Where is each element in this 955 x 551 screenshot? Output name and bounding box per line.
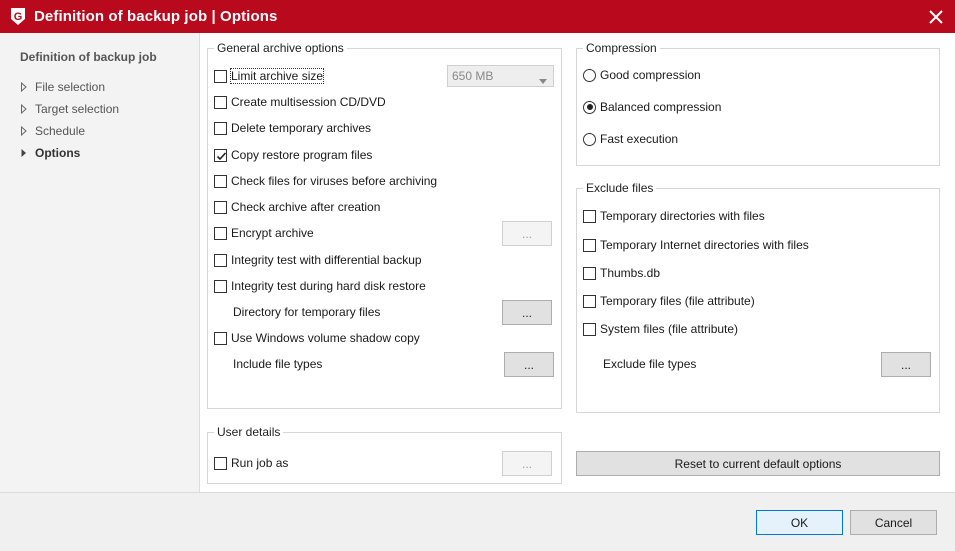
svg-text:G: G bbox=[14, 11, 23, 23]
checkbox-box bbox=[583, 322, 596, 336]
checkbox-box bbox=[214, 226, 227, 240]
checkbox-box bbox=[583, 266, 596, 280]
group-legend: Exclude files bbox=[583, 181, 657, 195]
group-legend: Compression bbox=[583, 41, 660, 55]
sidebar-item-target-selection[interactable]: Target selection bbox=[20, 100, 119, 118]
sidebar-item-file-selection[interactable]: File selection bbox=[20, 78, 105, 96]
copy-restore-files-checkbox[interactable]: Copy restore program files bbox=[214, 146, 372, 164]
sidebar-item-label: Options bbox=[35, 146, 81, 160]
exclude-thumbs-db-checkbox[interactable]: Thumbs.db bbox=[583, 264, 660, 282]
ok-button[interactable]: OK bbox=[756, 510, 843, 535]
temp-directory-label: Directory for temporary files bbox=[233, 305, 381, 319]
fast-execution-radio[interactable]: Fast execution bbox=[583, 130, 678, 148]
checkbox-label: Check archive after creation bbox=[231, 200, 381, 214]
reset-defaults-button[interactable]: Reset to current default options bbox=[576, 451, 940, 476]
sidebar: Definition of backup job File selection … bbox=[0, 33, 200, 492]
select-value: 650 MB bbox=[452, 69, 494, 83]
checkbox-label: Copy restore program files bbox=[231, 148, 373, 162]
sidebar-item-label: Target selection bbox=[35, 102, 120, 116]
checkbox-label: Check files for viruses before archiving bbox=[231, 174, 438, 188]
group-legend: User details bbox=[214, 425, 284, 439]
limit-archive-size-checkbox[interactable]: Limit archive size bbox=[214, 67, 325, 85]
encrypt-archive-checkbox[interactable]: Encrypt archive bbox=[214, 224, 314, 242]
sidebar-item-label: File selection bbox=[35, 80, 106, 94]
checkbox-label: Temporary directories with files bbox=[600, 209, 765, 223]
cancel-button[interactable]: Cancel bbox=[850, 510, 937, 535]
group-legend: General archive options bbox=[214, 41, 347, 55]
checkbox-label: Create multisession CD/DVD bbox=[231, 95, 386, 109]
checkbox-label: Temporary files (file attribute) bbox=[600, 294, 755, 308]
checkbox-box bbox=[214, 69, 227, 83]
checkbox-box bbox=[583, 238, 596, 252]
encrypt-settings-button[interactable]: ... bbox=[502, 221, 552, 246]
sidebar-item-schedule[interactable]: Schedule bbox=[20, 122, 85, 140]
radio-label: Balanced compression bbox=[600, 100, 722, 114]
radio-circle bbox=[583, 100, 596, 114]
checkbox-label: Run job as bbox=[231, 456, 289, 470]
checkbox-box bbox=[214, 331, 227, 345]
chevron-right-filled-icon bbox=[20, 148, 35, 158]
chevron-right-icon bbox=[20, 82, 35, 92]
chevron-down-icon bbox=[539, 73, 547, 87]
chevron-right-icon bbox=[20, 104, 35, 114]
checkbox-label: Limit archive size bbox=[229, 68, 325, 84]
delete-temp-archives-checkbox[interactable]: Delete temporary archives bbox=[214, 119, 371, 137]
exclude-temp-dirs-checkbox[interactable]: Temporary directories with files bbox=[583, 207, 765, 225]
checkbox-box bbox=[214, 279, 227, 293]
checkbox-box bbox=[583, 294, 596, 308]
window-title: Definition of backup job | Options bbox=[34, 8, 278, 25]
close-button[interactable] bbox=[923, 4, 949, 30]
sidebar-item-options[interactable]: Options bbox=[20, 144, 80, 162]
close-icon bbox=[929, 10, 943, 24]
virus-check-checkbox[interactable]: Check files for viruses before archiving bbox=[214, 172, 437, 190]
radio-circle bbox=[583, 68, 596, 82]
exclude-file-types-button[interactable]: ... bbox=[881, 352, 931, 377]
checkbox-box bbox=[214, 148, 227, 162]
checkmark-icon bbox=[216, 151, 227, 160]
options-panel: General archive options Limit archive si… bbox=[201, 33, 955, 492]
checkbox-label: Integrity test during hard disk restore bbox=[231, 279, 426, 293]
checkbox-box bbox=[214, 95, 227, 109]
exclude-internet-dirs-checkbox[interactable]: Temporary Internet directories with file… bbox=[583, 236, 809, 254]
archive-size-select[interactable]: 650 MB bbox=[447, 65, 554, 87]
checkbox-label: System files (file attribute) bbox=[600, 322, 739, 336]
shadow-copy-checkbox[interactable]: Use Windows volume shadow copy bbox=[214, 329, 420, 347]
exclude-file-types-label: Exclude file types bbox=[603, 357, 697, 371]
radio-circle bbox=[583, 132, 596, 146]
temp-directory-browse-button[interactable]: ... bbox=[502, 300, 552, 325]
dialog-footer: OK Cancel bbox=[0, 492, 955, 551]
integrity-restore-checkbox[interactable]: Integrity test during hard disk restore bbox=[214, 277, 426, 295]
checkbox-label: Encrypt archive bbox=[231, 226, 314, 240]
checkbox-box bbox=[583, 209, 596, 223]
run-job-as-checkbox[interactable]: Run job as bbox=[214, 454, 288, 472]
checkbox-label: Use Windows volume shadow copy bbox=[231, 331, 420, 345]
title-bar: G Definition of backup job | Options bbox=[0, 0, 955, 33]
balanced-compression-radio[interactable]: Balanced compression bbox=[583, 98, 721, 116]
sidebar-heading: Definition of backup job bbox=[20, 50, 157, 64]
sidebar-item-label: Schedule bbox=[35, 124, 86, 138]
integrity-diff-checkbox[interactable]: Integrity test with differential backup bbox=[214, 251, 422, 269]
chevron-right-icon bbox=[20, 126, 35, 136]
multisession-checkbox[interactable]: Create multisession CD/DVD bbox=[214, 93, 386, 111]
good-compression-radio[interactable]: Good compression bbox=[583, 66, 701, 84]
checkbox-label: Delete temporary archives bbox=[231, 121, 372, 135]
checkbox-box bbox=[214, 456, 227, 470]
include-file-types-button[interactable]: ... bbox=[504, 352, 554, 377]
gdata-logo-icon: G bbox=[8, 7, 28, 27]
radio-label: Good compression bbox=[600, 68, 701, 82]
checkbox-label: Integrity test with differential backup bbox=[231, 253, 422, 267]
checkbox-box bbox=[214, 121, 227, 135]
checkbox-box bbox=[214, 253, 227, 267]
run-as-user-button[interactable]: ... bbox=[502, 451, 552, 476]
checkbox-label: Thumbs.db bbox=[600, 266, 661, 280]
exclude-system-files-checkbox[interactable]: System files (file attribute) bbox=[583, 320, 738, 338]
checkbox-box bbox=[214, 200, 227, 214]
checkbox-label: Temporary Internet directories with file… bbox=[600, 238, 809, 252]
include-file-types-label: Include file types bbox=[233, 357, 323, 371]
radio-label: Fast execution bbox=[600, 132, 679, 146]
exclude-temp-files-checkbox[interactable]: Temporary files (file attribute) bbox=[583, 292, 755, 310]
checkbox-box bbox=[214, 174, 227, 188]
check-archive-checkbox[interactable]: Check archive after creation bbox=[214, 198, 380, 216]
